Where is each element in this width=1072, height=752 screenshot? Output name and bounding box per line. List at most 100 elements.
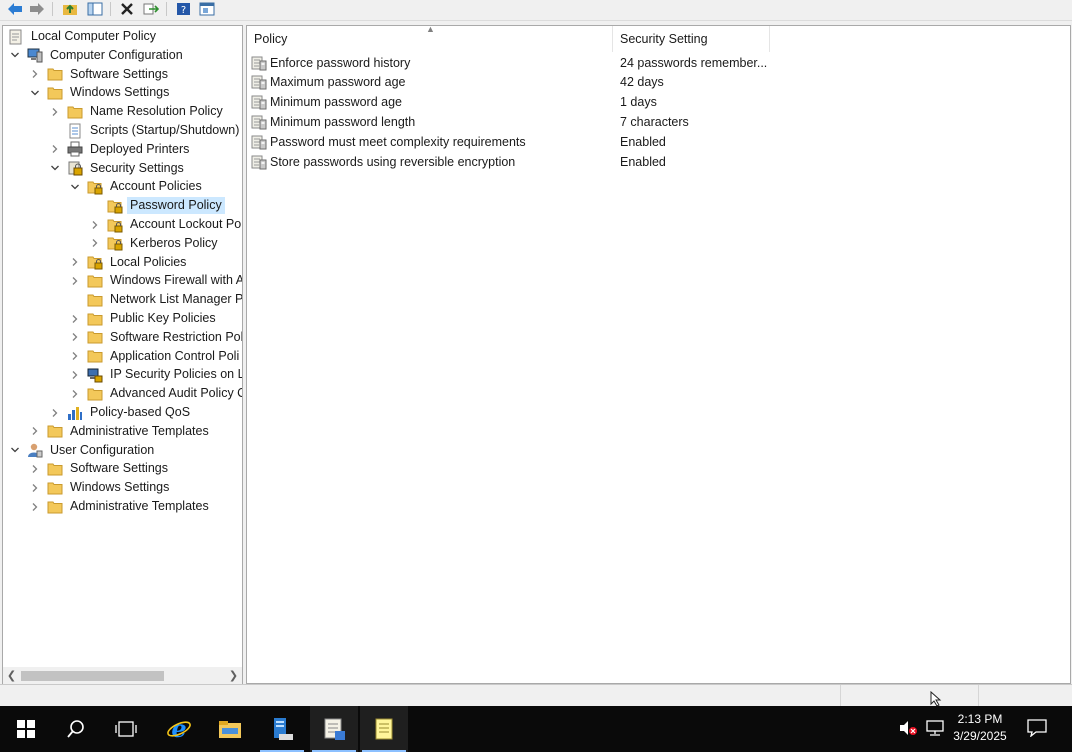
- tree-node[interactable]: Account Policies: [68, 177, 205, 196]
- lock-folder-icon: [107, 217, 123, 233]
- printer-icon: [67, 141, 83, 157]
- tree-node[interactable]: Local Computer Policy: [8, 27, 159, 46]
- tree-node-label: Password Policy: [127, 197, 225, 215]
- tree-node-label: Software Restriction Poli: [110, 329, 242, 344]
- tree-node[interactable]: Local Policies: [68, 253, 189, 272]
- collapsed-chevron-icon[interactable]: [68, 274, 82, 288]
- volume-muted-icon[interactable]: [899, 720, 917, 739]
- policy-setting-icon: [251, 55, 267, 71]
- tree-node[interactable]: Application Control Poli: [68, 347, 242, 366]
- expanded-chevron-icon[interactable]: [8, 443, 22, 457]
- scroll-right-icon[interactable]: ❯: [225, 667, 242, 684]
- tree-node[interactable]: Account Lockout Po: [88, 215, 242, 234]
- table-row[interactable]: Enforce password history 24 passwords rem…: [251, 53, 1051, 72]
- expanded-chevron-icon[interactable]: [48, 161, 62, 175]
- up-folder-icon[interactable]: [61, 1, 79, 17]
- tree-node[interactable]: Administrative Templates: [28, 422, 212, 441]
- tree-node-label: Local Computer Policy: [31, 29, 157, 43]
- tree-node[interactable]: Security Settings: [48, 159, 187, 178]
- collapsed-chevron-icon[interactable]: [68, 330, 82, 344]
- column-header-policy[interactable]: ▲ Policy: [247, 26, 613, 52]
- table-row[interactable]: Maximum password age 42 days: [251, 73, 1051, 92]
- start-windows-icon[interactable]: [2, 706, 50, 752]
- tree-node-label: Administrative Templates: [70, 499, 209, 513]
- tree-node-label: Computer Configuration: [50, 47, 183, 62]
- tree-node[interactable]: Kerberos Policy: [88, 234, 221, 253]
- export-list-icon[interactable]: [142, 1, 160, 17]
- collapsed-chevron-icon[interactable]: [28, 67, 42, 81]
- lock-folder-icon: [107, 235, 123, 251]
- collapsed-chevron-icon[interactable]: [68, 349, 82, 363]
- tree-node[interactable]: Software Settings: [28, 459, 171, 478]
- collapsed-chevron-icon[interactable]: [68, 312, 82, 326]
- tree-horizontal-scrollbar[interactable]: ❮ ❯: [3, 667, 242, 684]
- show-hide-tree-icon[interactable]: [86, 1, 104, 17]
- collapsed-chevron-icon[interactable]: [88, 236, 102, 250]
- notepad-icon[interactable]: [360, 706, 408, 752]
- expanded-chevron-icon[interactable]: [68, 180, 82, 194]
- tree-node[interactable]: IP Security Policies on Lo: [68, 365, 242, 384]
- search-icon[interactable]: [52, 706, 100, 752]
- tree-node[interactable]: Public Key Policies: [68, 309, 219, 328]
- collapsed-chevron-icon[interactable]: [48, 142, 62, 156]
- tree-node[interactable]: Network List Manager P: [68, 290, 242, 309]
- tree-node[interactable]: Administrative Templates: [28, 497, 212, 516]
- scrollbar-thumb[interactable]: [21, 671, 164, 681]
- collapsed-chevron-icon[interactable]: [48, 406, 62, 420]
- forward-arrow-icon[interactable]: [28, 1, 46, 17]
- tree-node-label: Network List Manager P: [110, 292, 242, 307]
- task-view-icon[interactable]: [102, 706, 150, 752]
- policy-setting-icon: [251, 114, 267, 130]
- tree-node[interactable]: Windows Firewall with A: [68, 271, 242, 290]
- lock-folder-icon: [87, 179, 103, 195]
- table-row[interactable]: Store passwords using reversible encrypt…: [251, 153, 1051, 172]
- security-setting-value: 24 passwords remember...: [620, 55, 768, 70]
- policy-name: Password must meet complexity requiremen…: [270, 135, 526, 150]
- tree-node[interactable]: Software Settings: [28, 65, 171, 84]
- file-explorer-icon[interactable]: [206, 706, 254, 752]
- collapsed-chevron-icon[interactable]: [68, 255, 82, 269]
- scroll-left-icon[interactable]: ❮: [3, 667, 20, 684]
- tree-node[interactable]: Computer Configuration: [8, 46, 186, 65]
- server-manager-icon[interactable]: [258, 706, 306, 752]
- expanded-chevron-icon[interactable]: [8, 48, 22, 62]
- collapsed-chevron-icon[interactable]: [28, 424, 42, 438]
- table-row[interactable]: Minimum password length 7 characters: [251, 113, 1051, 132]
- table-row[interactable]: Password must meet complexity requiremen…: [251, 133, 1051, 152]
- svg-text:?: ?: [180, 5, 185, 16]
- collapsed-chevron-icon[interactable]: [68, 387, 82, 401]
- folder-icon: [47, 480, 63, 496]
- tree-node-label: IP Security Policies on Lo: [110, 367, 242, 382]
- back-arrow-icon[interactable]: [6, 1, 24, 17]
- collapsed-chevron-icon[interactable]: [48, 105, 62, 119]
- help-icon[interactable]: ?: [174, 1, 192, 17]
- tree-node-label: Account Lockout Po: [130, 217, 242, 231]
- tree-node[interactable]: Advanced Audit Policy C: [68, 384, 242, 403]
- tree-node[interactable]: Windows Settings: [28, 478, 172, 497]
- collapsed-chevron-icon[interactable]: [88, 218, 102, 232]
- tree-node[interactable]: Deployed Printers: [48, 140, 192, 159]
- tree-node[interactable]: Policy-based QoS: [48, 403, 193, 422]
- group-policy-editor-icon[interactable]: [310, 706, 358, 752]
- table-row[interactable]: Minimum password age 1 days: [251, 93, 1051, 112]
- collapsed-chevron-icon[interactable]: [68, 368, 82, 382]
- console-view-icon[interactable]: [198, 1, 216, 17]
- tree-node[interactable]: Name Resolution Policy: [48, 102, 226, 121]
- computer-icon: [27, 47, 43, 63]
- action-center-icon[interactable]: [1027, 719, 1047, 740]
- internet-explorer-icon[interactable]: e: [155, 706, 203, 752]
- tree-node[interactable]: Windows Settings: [28, 83, 172, 102]
- tree-node[interactable]: Scripts (Startup/Shutdown): [48, 121, 242, 140]
- taskbar: e 2:13 PM 3/29/2025: [0, 706, 1072, 752]
- expanded-chevron-icon[interactable]: [28, 86, 42, 100]
- collapsed-chevron-icon[interactable]: [28, 500, 42, 514]
- column-header-security-setting[interactable]: Security Setting: [613, 26, 770, 52]
- tree-node[interactable]: Software Restriction Poli: [68, 328, 242, 347]
- network-icon[interactable]: [926, 720, 944, 739]
- system-clock[interactable]: 2:13 PM 3/29/2025: [950, 711, 1010, 745]
- delete-x-icon[interactable]: [118, 1, 136, 17]
- collapsed-chevron-icon[interactable]: [28, 462, 42, 476]
- collapsed-chevron-icon[interactable]: [28, 481, 42, 495]
- tree-node[interactable]: Password Policy: [88, 196, 225, 215]
- tree-node[interactable]: User Configuration: [8, 441, 157, 460]
